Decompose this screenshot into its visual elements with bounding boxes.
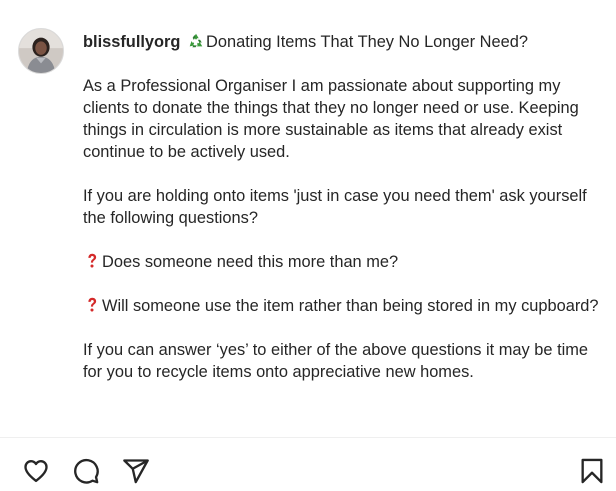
share-icon <box>123 459 149 484</box>
red-question-mark-icon <box>83 296 101 314</box>
avatar[interactable] <box>18 28 64 74</box>
post-title: Donating Items That They No Longer Need? <box>206 33 528 51</box>
caption-paragraph-1: As a Professional Organiser I am passion… <box>83 77 579 161</box>
save-button[interactable] <box>576 455 608 487</box>
question-2-text: Will someone use the item rather than be… <box>102 297 599 315</box>
caption-paragraph-3: If you can answer ‘yes’ to either of the… <box>83 341 589 381</box>
post-container: blissfullyorg Donating Items That They N… <box>0 0 616 491</box>
caption-paragraph-2: If you are holding onto items 'just in c… <box>83 187 587 227</box>
share-button[interactable] <box>120 455 152 487</box>
caption-question-1: Does someone need this more than me? <box>83 251 603 273</box>
recycle-icon <box>187 32 205 50</box>
action-bar <box>0 455 616 487</box>
caption-header: blissfullyorg Donating Items That They N… <box>83 31 603 53</box>
comment-button[interactable] <box>70 455 102 487</box>
question-1-text: Does someone need this more than me? <box>102 253 399 271</box>
like-button[interactable] <box>20 455 52 487</box>
caption-question-2: Will someone use the item rather than be… <box>83 295 603 317</box>
divider <box>0 437 616 438</box>
red-question-mark-icon <box>83 252 101 270</box>
bookmark-icon <box>581 458 603 484</box>
post-caption: blissfullyorg Donating Items That They N… <box>83 31 603 383</box>
comment-icon <box>74 458 99 484</box>
heart-icon <box>24 460 48 483</box>
username-link[interactable]: blissfullyorg <box>83 33 180 51</box>
